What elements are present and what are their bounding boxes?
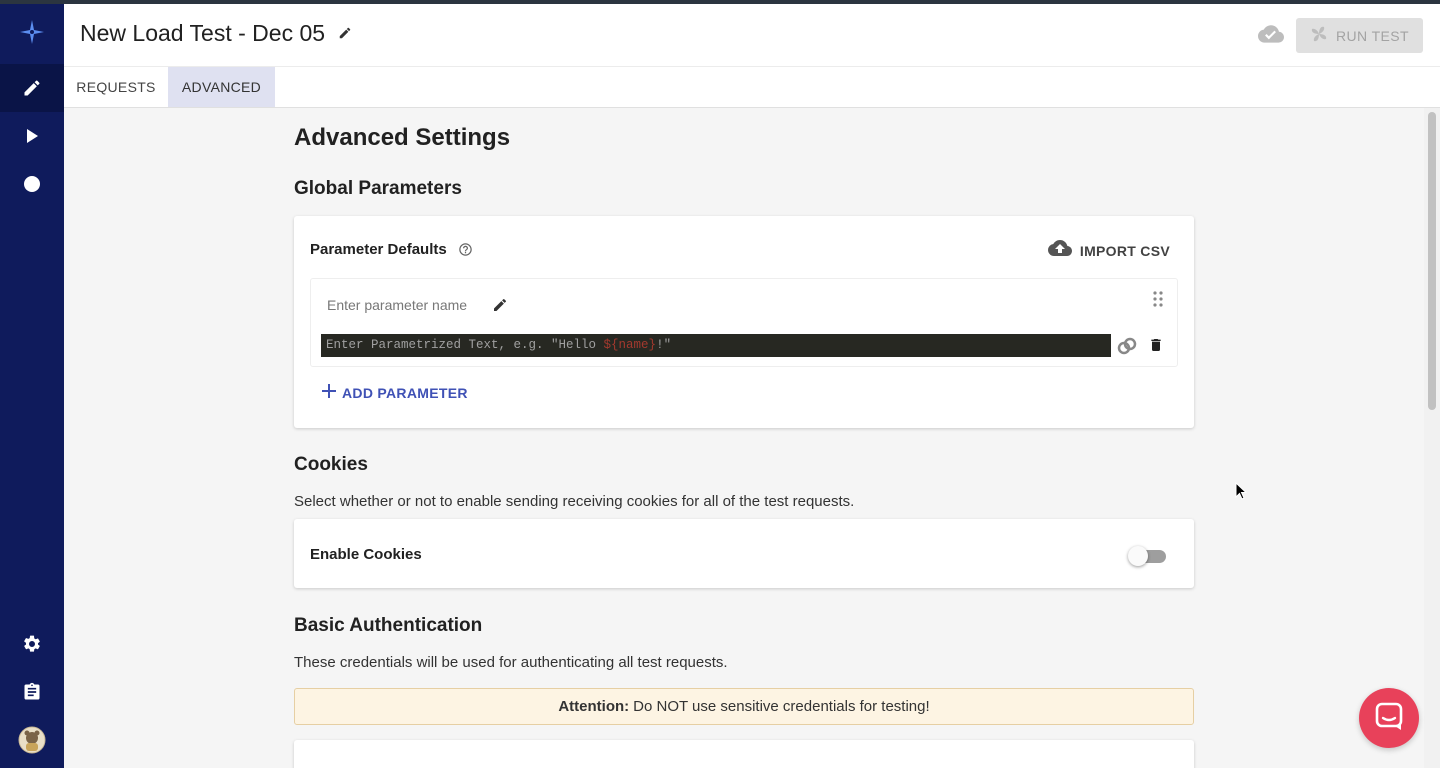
attention-banner: Attention: Do NOT use sensitive credenti… [294, 688, 1194, 725]
import-csv-button[interactable]: IMPORT CSV [1047, 240, 1170, 261]
credentials-card [294, 740, 1194, 768]
parameter-row: Enter parameter name Enter Parametrized … [310, 278, 1178, 367]
parametrized-text-suffix: !" [656, 338, 672, 352]
add-parameter-label: ADD PARAMETER [342, 384, 468, 401]
sidebar [0, 4, 64, 768]
import-csv-label: IMPORT CSV [1079, 242, 1170, 259]
parameter-name-input[interactable]: Enter parameter name [327, 297, 467, 313]
play-icon [24, 128, 40, 144]
mouse-cursor-icon [1235, 481, 1248, 505]
basic-authentication-heading: Basic Authentication [294, 615, 483, 636]
tab-requests[interactable]: REQUESTS [64, 67, 168, 107]
page-title[interactable]: New Load Test - Dec 05 [80, 20, 325, 47]
avatar [18, 726, 46, 754]
header: New Load Test - Dec 05 RUN TEST [64, 4, 1440, 67]
sidebar-item-settings[interactable] [0, 620, 64, 668]
delete-icon[interactable] [1148, 336, 1164, 359]
run-test-label: RUN TEST [1336, 27, 1409, 44]
sidebar-item-account[interactable] [0, 716, 64, 764]
drag-handle-icon[interactable] [1153, 291, 1163, 312]
chat-icon [1374, 701, 1404, 736]
global-parameters-heading: Global Parameters [294, 178, 462, 199]
attention-label: Attention: [558, 698, 630, 715]
sidebar-item-reports[interactable] [0, 668, 64, 716]
parameter-defaults-title: Parameter Defaults [310, 241, 447, 258]
edit-title-icon[interactable] [338, 26, 352, 45]
enable-cookies-label: Enable Cookies [310, 546, 422, 563]
plus-icon [322, 384, 336, 401]
advanced-settings-heading: Advanced Settings [294, 124, 511, 151]
fan-icon [1310, 25, 1328, 46]
scrollbar-thumb[interactable] [1428, 112, 1436, 410]
parametrized-text-variable: ${name} [603, 338, 657, 352]
cloud-upload-icon [1047, 240, 1072, 261]
logo-icon[interactable] [0, 8, 64, 56]
parametrized-text-editor[interactable]: Enter Parametrized Text, e.g. "Hello ${n… [321, 334, 1111, 357]
basic-authentication-description: These credentials will be used for authe… [294, 654, 728, 671]
tab-bar: REQUESTS ADVANCED [64, 67, 1440, 108]
settings-icon [22, 634, 42, 654]
toggle-knob [1128, 546, 1148, 566]
link-icon[interactable] [1117, 336, 1137, 361]
cookies-card: Enable Cookies [294, 519, 1194, 588]
cookies-heading: Cookies [294, 454, 368, 475]
help-icon[interactable] [458, 242, 473, 262]
chat-button[interactable] [1359, 688, 1419, 748]
sidebar-item-edit[interactable] [0, 64, 64, 112]
run-test-button[interactable]: RUN TEST [1296, 18, 1423, 53]
parameter-defaults-card: Parameter Defaults IMPORT CSV Enter para… [294, 216, 1194, 428]
sidebar-item-run[interactable] [0, 112, 64, 160]
tab-advanced[interactable]: ADVANCED [168, 67, 275, 107]
cloud-done-icon [1258, 25, 1284, 50]
clipboard-icon [22, 682, 42, 702]
parametrized-text-prefix: Enter Parametrized Text, e.g. "Hello [326, 338, 604, 352]
sidebar-item-record[interactable] [0, 160, 64, 208]
attention-text: Do NOT use sensitive credentials for tes… [633, 698, 930, 715]
record-icon [23, 175, 41, 193]
edit-parameter-name-icon[interactable] [492, 297, 508, 318]
add-parameter-button[interactable]: ADD PARAMETER [322, 384, 468, 401]
cookies-description: Select whether or not to enable sending … [294, 493, 855, 510]
edit-icon [22, 78, 42, 98]
enable-cookies-toggle[interactable] [1128, 546, 1166, 566]
